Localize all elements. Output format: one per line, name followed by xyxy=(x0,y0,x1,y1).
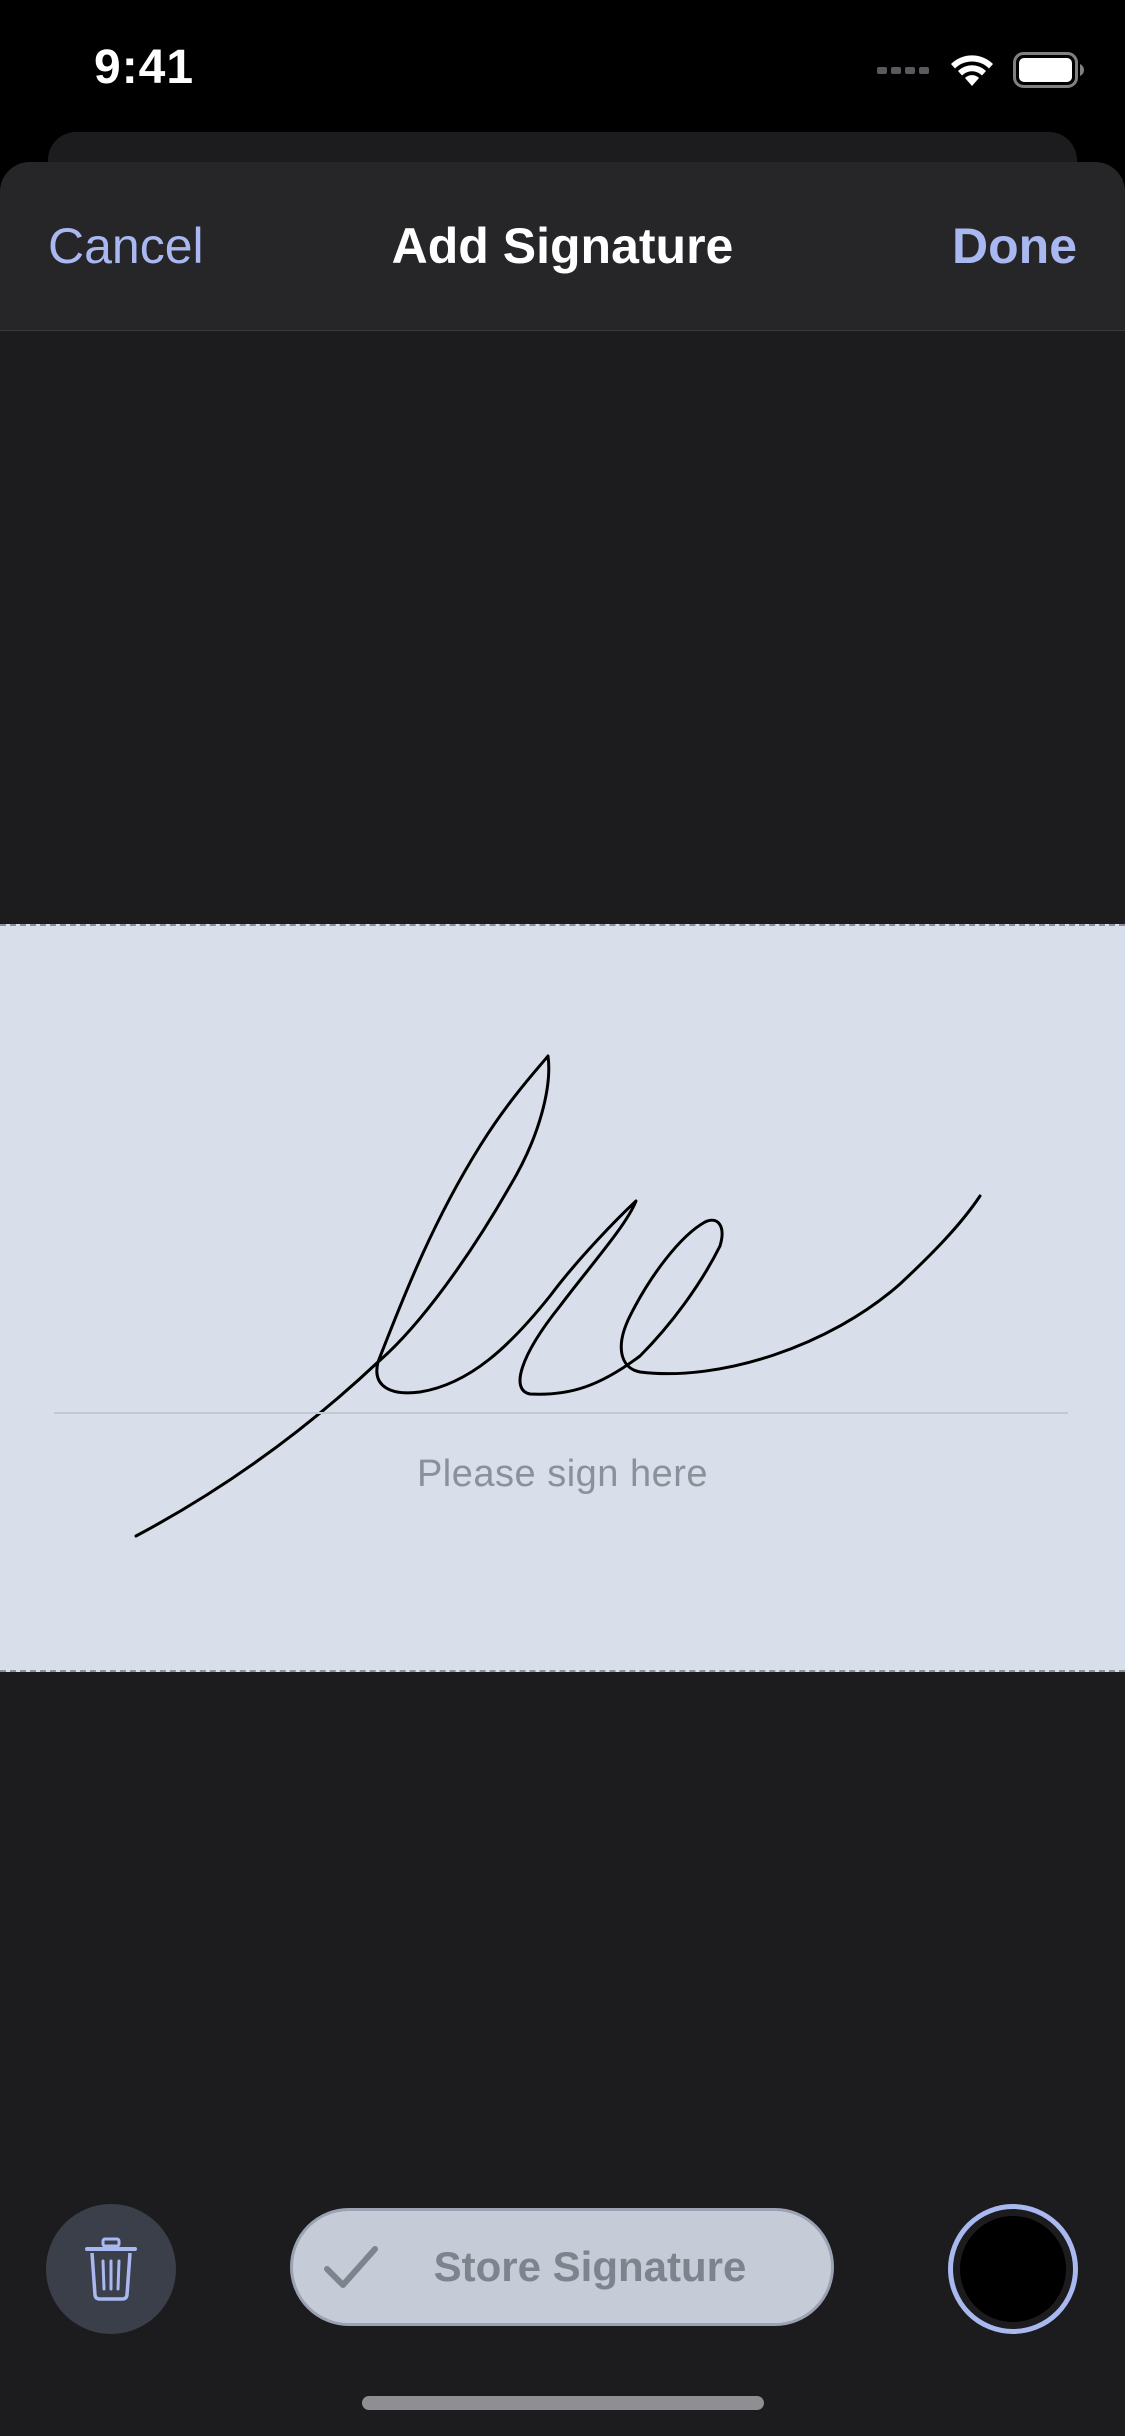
store-signature-button[interactable]: Store Signature xyxy=(290,2208,834,2326)
home-indicator[interactable] xyxy=(362,2396,764,2410)
clear-signature-button[interactable] xyxy=(46,2204,176,2334)
ink-color-swatch xyxy=(960,2216,1066,2322)
status-icons xyxy=(877,50,1085,90)
store-signature-label: Store Signature xyxy=(433,2243,747,2290)
status-bar: 9:41 xyxy=(0,0,1125,132)
signature-baseline xyxy=(54,1412,1068,1414)
signature-pad[interactable]: Please sign here xyxy=(0,924,1125,1672)
done-button[interactable]: Done xyxy=(952,217,1077,275)
signature-hint: Please sign here xyxy=(416,1453,709,1495)
signal-dots-icon xyxy=(877,67,929,74)
screen: 9:41 Cancel Add Signature Done Please si… xyxy=(0,0,1125,2436)
status-time: 9:41 xyxy=(94,41,195,94)
battery-icon xyxy=(1013,52,1084,88)
trash-icon xyxy=(85,2237,137,2301)
navigation-bar: Cancel Add Signature Done xyxy=(0,162,1125,331)
ink-color-picker[interactable] xyxy=(948,2204,1078,2334)
signature-stroke xyxy=(134,1054,982,1538)
add-signature-sheet: Cancel Add Signature Done Please sign he… xyxy=(0,162,1125,2436)
wifi-icon xyxy=(951,55,993,86)
